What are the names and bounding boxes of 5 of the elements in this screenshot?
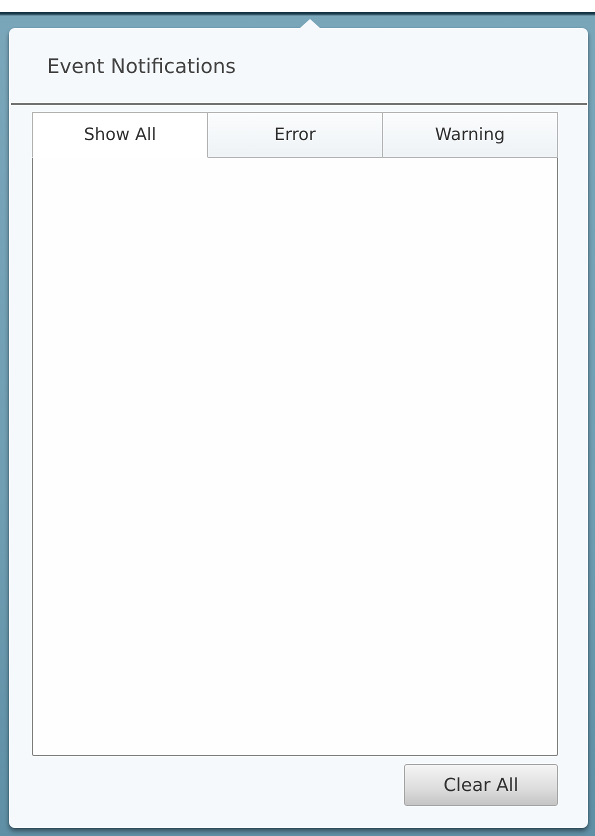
tab[interactable]: Show All	[32, 112, 208, 158]
tab[interactable]: Warning	[383, 112, 558, 158]
tab[interactable]: Error	[208, 112, 383, 158]
clear-all-button[interactable]: Clear All	[404, 764, 558, 806]
panel-title: Event Notifications	[46, 53, 237, 77]
